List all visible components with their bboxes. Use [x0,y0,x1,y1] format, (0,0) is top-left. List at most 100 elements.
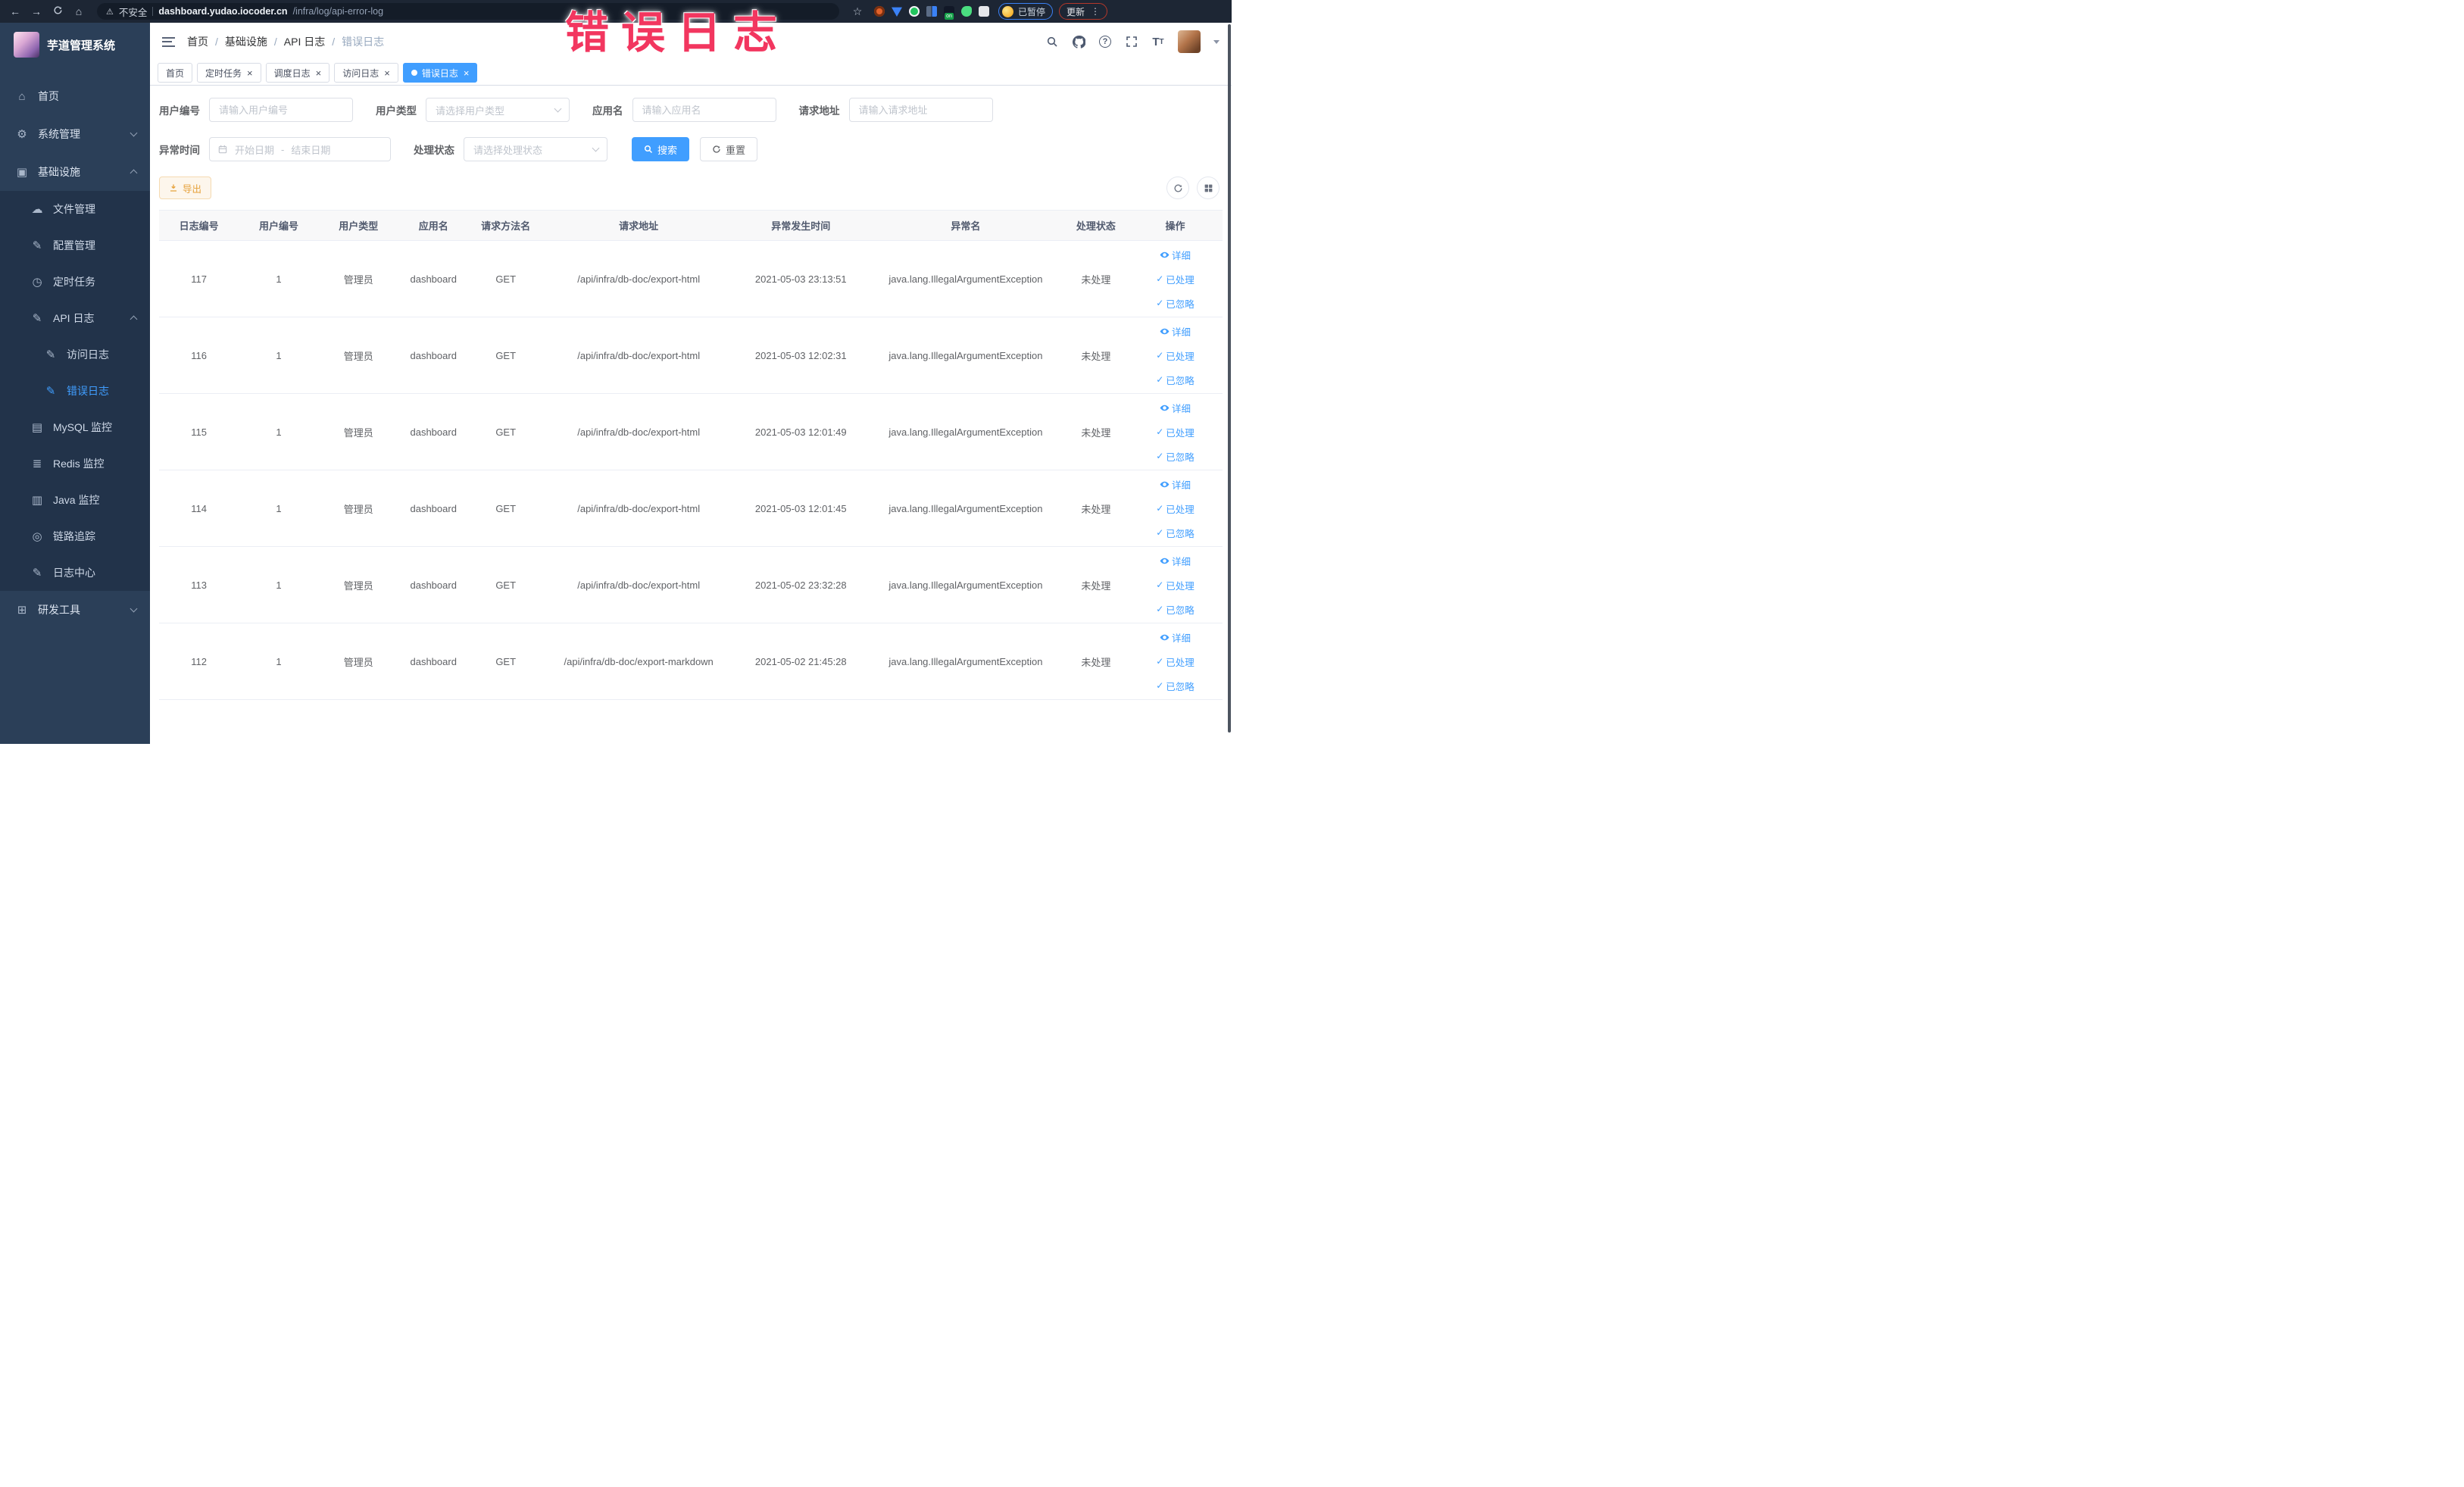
back-icon[interactable]: ← [8,5,23,17]
request-url-input[interactable] [848,98,993,122]
extensions-puzzle-icon[interactable] [979,6,989,17]
user-type-select[interactable]: 请选择用户类型 [426,98,570,122]
search-button[interactable]: 搜索 [632,137,690,161]
sidebar-item-label: 文件管理 [53,203,95,215]
sidebar-item-API-日志[interactable]: ✎ API 日志 [0,300,150,336]
browser-update-button[interactable]: 更新 ⋮ [1059,3,1108,20]
sidebar-item-定时任务[interactable]: ◷ 定时任务 [0,264,150,300]
log-center-icon: ✎ [32,567,42,579]
address-bar[interactable]: ⚠ 不安全 dashboard.yudao.iocoder.cn /infra/… [97,3,839,20]
user-id-input[interactable] [209,98,353,122]
tab-访问日志[interactable]: 访问日志 × [334,63,398,83]
tab-close-icon[interactable]: × [384,67,390,79]
action-已处理[interactable]: ✓ 已处理 [1156,425,1195,439]
breadcrumb-item[interactable]: API 日志 [284,34,325,49]
action-已忽略[interactable]: ✓ 已忽略 [1156,449,1195,464]
export-label: 导出 [183,183,202,195]
breadcrumb-item[interactable]: 基础设施 [225,34,267,49]
action-已处理[interactable]: ✓ 已处理 [1156,272,1195,286]
help-icon[interactable]: ? [1098,35,1112,48]
column-settings-button[interactable] [1197,177,1220,199]
export-button[interactable]: 导出 [159,177,212,199]
cell-status: 未处理 [1063,240,1128,317]
date-separator: - [281,143,285,155]
extension-icon-shield[interactable] [892,7,902,17]
action-详细[interactable]: 详细 [1160,554,1191,568]
font-size-icon[interactable]: TT [1151,35,1165,48]
request-url-label: 请求地址 [798,105,840,117]
tab-close-icon[interactable]: × [316,67,322,79]
reload-icon[interactable] [50,5,65,17]
action-详细[interactable]: 详细 [1160,324,1191,339]
sidebar-item-系统管理[interactable]: ⚙ 系统管理 [0,115,150,153]
action-已忽略[interactable]: ✓ 已忽略 [1156,679,1195,693]
extension-icon-leaf[interactable] [961,6,972,17]
extension-icon-on[interactable]: on [944,6,954,20]
github-icon[interactable] [1072,35,1085,48]
paused-extension-button[interactable]: 已暂停 [998,3,1054,20]
check-icon: ✓ [1156,604,1164,614]
sidebar-item-错误日志[interactable]: ✎ 错误日志 [0,373,150,409]
sidebar-item-配置管理[interactable]: ✎ 配置管理 [0,227,150,264]
url-host: dashboard.yudao.iocoder.cn [158,6,288,17]
action-详细[interactable]: 详细 [1160,248,1191,262]
action-已处理[interactable]: ✓ 已处理 [1156,501,1195,516]
avatar-caret-icon[interactable] [1213,39,1220,44]
search-icon[interactable] [1045,35,1059,48]
action-已忽略[interactable]: ✓ 已忽略 [1156,296,1195,311]
page: ← → ⌂ ⚠ 不安全 dashboard.yudao.iocoder.cn /… [0,0,1232,744]
tab-首页[interactable]: 首页 [158,63,193,83]
fullscreen-icon[interactable] [1125,35,1138,48]
sidebar-item-Redis-监控[interactable]: ≣ Redis 监控 [0,445,150,482]
sidebar-item-研发工具[interactable]: ⊞ 研发工具 [0,591,150,629]
app-name-input[interactable] [632,98,776,122]
action-已忽略[interactable]: ✓ 已忽略 [1156,526,1195,540]
extension-icon-grid[interactable] [926,6,937,17]
action-详细[interactable]: 详细 [1160,401,1191,415]
action-已处理[interactable]: ✓ 已处理 [1156,654,1195,669]
exception-time-range[interactable]: 开始日期 - 结束日期 [209,137,391,161]
user-id-label: 用户编号 [159,105,200,117]
cell-time: 2021-05-03 12:02:31 [734,317,868,394]
cell-url: /api/infra/db-doc/export-html [542,240,735,317]
row-actions: 详细 ✓ 已处理 ✓ 已忽略 [1131,477,1220,540]
bookmark-star-icon[interactable]: ☆ [850,5,865,18]
sidebar-item-Java-监控[interactable]: ▥ Java 监控 [0,482,150,518]
action-已忽略[interactable]: ✓ 已忽略 [1156,602,1195,617]
tab-定时任务[interactable]: 定时任务 × [197,63,261,83]
tab-调度日志[interactable]: 调度日志 × [265,63,330,83]
action-已处理[interactable]: ✓ 已处理 [1156,578,1195,592]
sidebar-item-日志中心[interactable]: ✎ 日志中心 [0,555,150,591]
refresh-table-button[interactable] [1166,177,1189,199]
cell-exception: java.lang.IllegalArgumentException [867,393,1064,470]
action-详细[interactable]: 详细 [1160,477,1191,492]
forward-icon[interactable]: → [29,5,44,17]
browser-home-icon[interactable]: ⌂ [71,5,86,17]
chevron-down-icon [130,604,138,613]
user-avatar[interactable] [1178,30,1201,53]
extension-icon-orange[interactable] [874,6,885,17]
sidebar-item-文件管理[interactable]: ☁ 文件管理 [0,191,150,227]
browser-menu-icon[interactable]: ⋮ [1091,6,1100,17]
action-已处理[interactable]: ✓ 已处理 [1156,348,1195,363]
tab-错误日志[interactable]: 错误日志 × [402,63,478,83]
breadcrumb-item[interactable]: 首页 [187,34,208,49]
collapse-sidebar-icon[interactable] [162,36,175,47]
cell-app-name: dashboard [398,240,469,317]
sidebar-item-MySQL-监控[interactable]: ▤ MySQL 监控 [0,409,150,445]
sidebar-item-链路追踪[interactable]: ◎ 链路追踪 [0,518,150,555]
sidebar-item-首页[interactable]: ⌂ 首页 [0,77,150,115]
action-已忽略[interactable]: ✓ 已忽略 [1156,373,1195,387]
browser-toolbar: ← → ⌂ ⚠ 不安全 dashboard.yudao.iocoder.cn /… [0,0,1232,23]
action-详细[interactable]: 详细 [1160,630,1191,645]
tab-close-icon[interactable]: × [247,67,253,79]
sidebar-item-基础设施[interactable]: ▣ 基础设施 [0,153,150,191]
process-status-select[interactable]: 请选择处理状态 [464,137,607,161]
action-label: 详细 [1171,556,1191,567]
extension-icon-green[interactable] [909,6,920,17]
tab-close-icon[interactable]: × [464,67,470,79]
page-scrollbar[interactable] [1228,24,1231,733]
reset-button[interactable]: 重置 [700,137,758,161]
app-logo[interactable]: 芋道管理系统 [0,23,150,67]
sidebar-item-访问日志[interactable]: ✎ 访问日志 [0,336,150,373]
